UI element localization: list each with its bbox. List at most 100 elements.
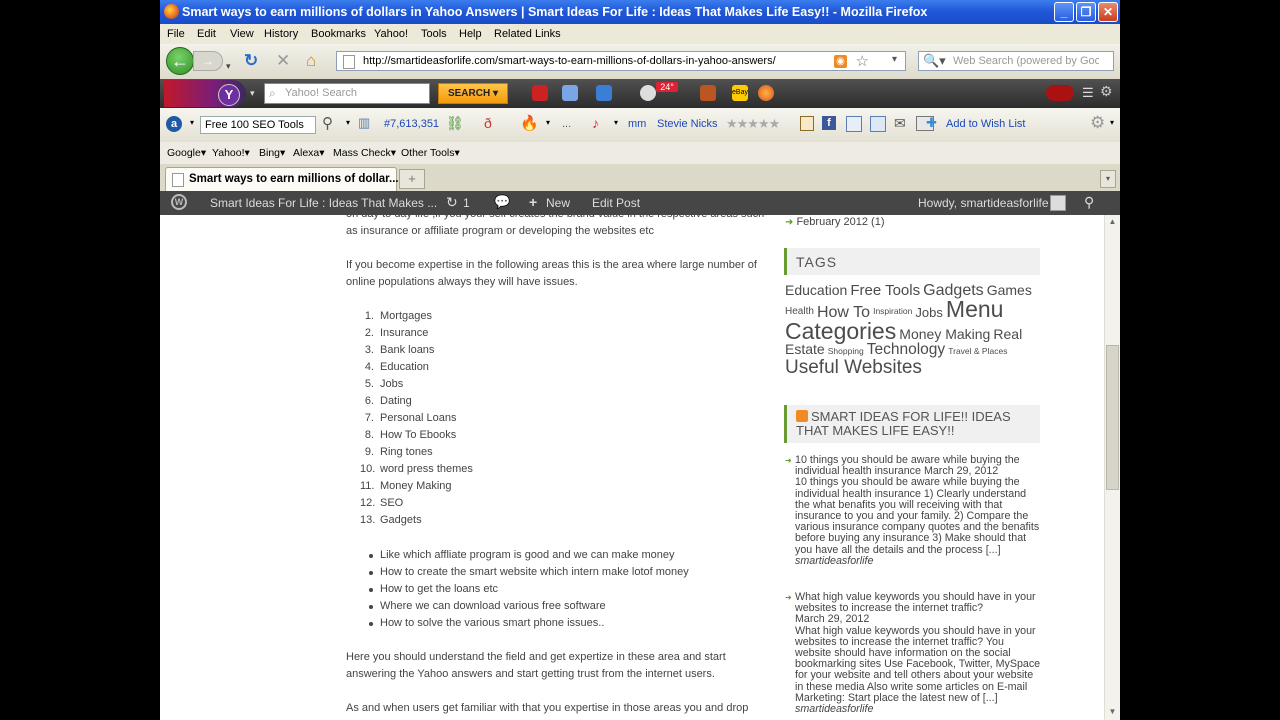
more-ellipsis[interactable]: ... [562,118,571,130]
fire-dropdown-icon[interactable]: ▾ [546,118,550,127]
wordpress-logo-icon[interactable]: W [171,194,187,210]
yahoo-logo[interactable]: Y [164,80,246,107]
menu-bookmarks[interactable]: Bookmarks [311,28,366,40]
bookmark-page-icon[interactable] [870,116,886,132]
tag-link[interactable]: Health [785,306,814,317]
url-dropdown-icon[interactable]: ▾ [892,54,897,65]
menu-view[interactable]: View [230,28,254,40]
now-playing-song[interactable]: Stevie Nicks [657,118,718,130]
admin-howdy[interactable]: Howdy, smartideasforlife [918,196,1049,210]
scrollbar-thumb[interactable] [1106,345,1119,490]
back-button[interactable]: ← [166,47,194,75]
tag-link[interactable]: Jobs [915,305,942,320]
alexa-rank[interactable]: #7,613,351 [384,118,439,130]
toolbar-list-icon[interactable]: ☰ [1082,85,1094,101]
admin-search-icon[interactable]: ⚲ [1084,194,1094,211]
tag-link[interactable]: Inspiration [873,306,912,316]
toolbar-settings-icon[interactable]: ⚙ [1100,83,1113,100]
weather-icon[interactable] [640,85,656,101]
seo-tools-dropdown[interactable]: Free 100 SEO Tools [200,116,316,134]
toggle-toolbar-icon[interactable] [1046,85,1074,101]
minimize-button[interactable]: _ [1054,2,1074,22]
yahoo-search-input[interactable]: ⌕ Yahoo! Search [264,83,430,104]
toolbar-apps-icon[interactable] [700,85,716,101]
yahoo-bookmarks-icon[interactable] [562,85,578,101]
reload-button[interactable]: ↻ [244,51,258,71]
ebay-icon[interactable]: eBay [732,85,748,101]
menu-related-links[interactable]: Related Links [494,28,561,40]
yahoo-search-button[interactable]: SEARCH ▾ [438,83,508,104]
menu-yahoo[interactable]: Yahoo! [374,28,408,40]
admin-new[interactable]: New [546,196,570,210]
rating-stars-icon[interactable]: ★★★★★ [726,116,780,132]
fire-icon[interactable]: 🔥 [520,114,539,132]
close-button[interactable]: ✕ [1098,2,1118,22]
avatar[interactable] [1050,195,1066,211]
tag-link[interactable]: Money Making [899,326,990,342]
comments-icon[interactable]: 💬 [494,194,510,210]
menu-tools[interactable]: Tools [421,28,447,40]
seo-dropdown-arrow-icon[interactable]: ▾ [190,118,194,127]
firefox-addon-icon[interactable] [758,85,774,101]
settings-dropdown-icon[interactable]: ▾ [1110,118,1114,127]
yahoo-menu-dropdown-icon[interactable]: ▾ [250,88,255,99]
bookmark-alexa[interactable]: Alexa▾ [293,147,325,159]
archive-link[interactable]: ➜ February 2012 (1) [785,216,885,228]
menu-edit[interactable]: Edit [197,28,216,40]
bookmark-yahoo[interactable]: Yahoo!▾ [212,147,250,159]
vertical-scrollbar[interactable]: ▲ ▼ [1104,215,1120,720]
tab-active[interactable]: Smart ways to earn millions of dollar... [165,167,399,191]
ribbon-icon[interactable]: ð [484,115,492,131]
tag-link[interactable]: Travel & Places [948,346,1007,356]
copy-icon[interactable] [846,116,862,132]
rss-widget-heading[interactable]: SMART IDEAS FOR LIFE!! IDEAS THAT MAKES … [784,405,1040,443]
tag-link[interactable]: Shopping [828,346,864,356]
bookmark-google[interactable]: Google▾ [167,147,206,159]
settings-gear-icon[interactable]: ⚙ [1090,113,1105,133]
updates-count[interactable]: 1 [463,196,470,210]
music-dropdown-icon[interactable]: ▾ [614,118,618,127]
feed-item-link[interactable]: 10 things you should be aware while buyi… [785,454,1043,477]
link-icon[interactable]: ⛓ [446,115,464,132]
add-to-wish-list[interactable]: Add to Wish List [946,118,1025,130]
bookmark-other-tools[interactable]: Other Tools▾ [401,147,460,159]
rss-feed-icon[interactable]: ◉ [834,55,847,68]
menu-history[interactable]: History [264,28,298,40]
tag-link[interactable]: Education [785,282,847,298]
updates-icon[interactable]: ↻ [446,194,458,211]
tag-link[interactable]: Useful Websites [785,357,922,378]
search-icon[interactable]: ⚲ [322,114,333,132]
admin-site-name[interactable]: Smart Ideas For Life : Ideas That Makes … [210,196,437,210]
tag-link[interactable]: Technology [867,341,945,358]
url-bar[interactable]: http://smartideasforlife.com/smart-ways-… [336,51,906,71]
home-button[interactable]: ⌂ [306,51,316,71]
notes-icon[interactable] [800,116,814,131]
scroll-up-icon[interactable]: ▲ [1107,217,1118,228]
feed-item-link[interactable]: What high value keywords you should have… [785,591,1043,626]
scroll-down-icon[interactable]: ▼ [1107,707,1118,718]
search-engine-icon[interactable]: 🔍▾ [923,53,946,69]
facebook-icon[interactable]: f [822,116,836,130]
menu-help[interactable]: Help [459,28,482,40]
new-tab-button[interactable]: + [399,169,425,189]
email-icon[interactable]: ✉ [894,115,906,132]
music-icon[interactable]: ♪ [592,115,599,131]
bookmark-mass-check[interactable]: Mass Check▾ [333,147,396,159]
admin-edit-post[interactable]: Edit Post [592,196,640,210]
mail-envelope-icon[interactable] [596,85,612,101]
yahoo-mail-icon[interactable] [532,85,548,101]
stop-button[interactable]: ✕ [276,51,290,71]
menu-file[interactable]: File [167,28,185,40]
wishlist-plus-icon[interactable]: ✚ [926,115,937,131]
seo-toolbar-logo-icon[interactable]: a [166,116,182,132]
tag-link[interactable]: Free Tools [850,282,920,299]
history-dropdown-icon[interactable]: ▾ [226,56,231,76]
tab-list-dropdown-icon[interactable]: ▾ [1100,170,1116,188]
bookmark-star-icon[interactable]: ☆ [856,52,869,70]
mm-label[interactable]: mm [628,118,646,130]
search-dropdown-icon[interactable]: ▾ [346,118,350,127]
web-search-box[interactable]: 🔍▾ Web Search (powered by Google) [918,51,1114,71]
bookmark-bing[interactable]: Bing▾ [259,147,285,159]
maximize-button[interactable]: ❐ [1076,2,1096,22]
forward-button[interactable]: → [193,51,223,71]
